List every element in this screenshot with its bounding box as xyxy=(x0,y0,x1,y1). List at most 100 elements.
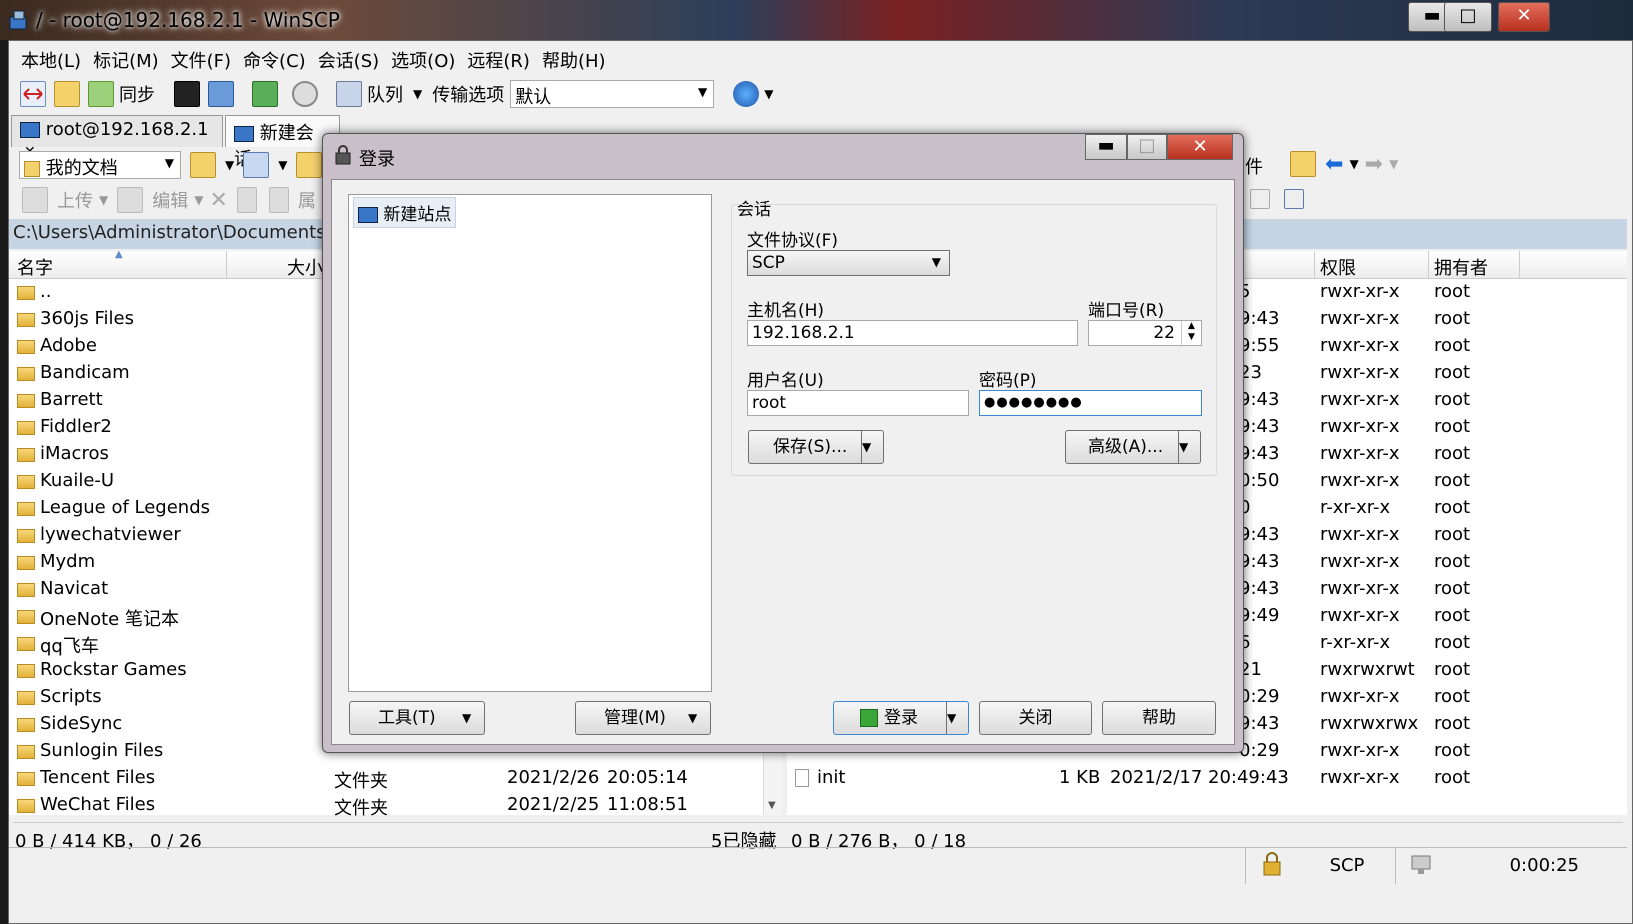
folder-icon xyxy=(17,637,35,651)
dialog-maximize-button[interactable]: □ xyxy=(1127,134,1167,160)
save-dropdown-icon[interactable]: ▼ xyxy=(861,431,883,463)
upload-button[interactable]: 上传 xyxy=(57,187,93,213)
file-name: qq飞车 xyxy=(40,636,99,657)
compare-dirs-icon[interactable] xyxy=(20,81,46,107)
file-rights: rwxr-xr-x xyxy=(1320,767,1400,788)
file-rights: rwxrwxrwt xyxy=(1320,659,1415,680)
col-name[interactable]: 名字 xyxy=(17,254,53,280)
tab-root-session[interactable]: root@192.168.2.1 ✕ xyxy=(11,115,223,160)
terminal-icon[interactable] xyxy=(174,81,200,107)
folder-icon xyxy=(17,799,35,813)
upload-icon[interactable] xyxy=(22,187,48,213)
col-rights[interactable]: 权限 xyxy=(1320,254,1356,280)
manage-button[interactable]: 管理(M) ▼ xyxy=(575,701,711,735)
protocol-select[interactable]: SCP ▼ xyxy=(747,250,950,276)
connection-icon xyxy=(1395,848,1449,884)
file-time: 11:08:51 xyxy=(607,794,688,815)
delete-icon[interactable]: ✕ xyxy=(209,188,227,213)
menu-remote[interactable]: 远程(R) xyxy=(461,43,536,73)
tools-dropdown-icon[interactable]: ▼ xyxy=(462,702,484,734)
modified-fragment: 9:55 xyxy=(1239,335,1280,356)
close-window-button[interactable]: ✕ xyxy=(1498,2,1550,32)
file-owner: root xyxy=(1434,713,1471,734)
local-file-row[interactable]: Tencent Files 文件夹 2021/2/26 20:05:14 xyxy=(9,765,763,792)
menu-session[interactable]: 会话(S) xyxy=(312,43,385,73)
menu-options[interactable]: 选项(O) xyxy=(385,43,461,73)
file-name: OneNote 笔记本 xyxy=(40,609,179,630)
synchronize-icon[interactable] xyxy=(88,81,114,107)
file-rights: rwxr-xr-x xyxy=(1320,551,1400,572)
save-button[interactable]: 保存(S)... ▼ xyxy=(748,430,884,464)
tree-icon[interactable] xyxy=(1290,151,1316,177)
filter-icon[interactable] xyxy=(243,152,270,178)
refresh-icon[interactable] xyxy=(252,81,278,107)
login-icon xyxy=(860,709,878,727)
forward-arrow-icon[interactable]: ➡ xyxy=(1365,152,1383,177)
login-dropdown-icon[interactable]: ▼ xyxy=(946,702,968,734)
site-new[interactable]: 新建站点 xyxy=(353,197,457,228)
menu-command[interactable]: 命令(C) xyxy=(237,43,312,73)
queue-button-label[interactable]: 队列 xyxy=(367,81,403,107)
port-stepper[interactable]: ▲ ▼ xyxy=(1181,321,1201,345)
queue-dropdown-icon[interactable]: ▼ xyxy=(413,87,422,101)
file-rights: r-xr-xr-x xyxy=(1320,497,1391,518)
username-input[interactable]: root xyxy=(747,390,969,416)
sort-asc-icon: ▲ xyxy=(115,249,123,260)
folder-icon xyxy=(17,502,35,516)
transfer-options-label: 传输选项 xyxy=(432,85,505,106)
advanced-button[interactable]: 高级(A)... ▼ xyxy=(1065,430,1201,464)
filter-icon[interactable] xyxy=(1284,189,1304,209)
file-rights: rwxr-xr-x xyxy=(1320,524,1400,545)
sync-button-label[interactable]: 同步 xyxy=(119,81,155,107)
close-button[interactable]: 关闭 xyxy=(979,701,1092,735)
file-rights: r-xr-xr-x xyxy=(1320,632,1391,653)
sync-browse-icon[interactable] xyxy=(54,81,80,107)
globe-dropdown-icon[interactable]: ▼ xyxy=(764,87,773,101)
tools-button[interactable]: 工具(T) ▼ xyxy=(349,701,485,735)
menu-local[interactable]: 本地(L) xyxy=(15,43,87,73)
session-time: 0:00:25 xyxy=(1509,855,1579,876)
file-rights: rwxrwxrwx xyxy=(1320,713,1419,734)
remote-file-row[interactable]: init 1 KB 2021/2/17 20:49:43 rwxr-xr-x root xyxy=(787,765,1627,792)
queue-icon[interactable] xyxy=(336,81,362,107)
local-file-row[interactable]: WeChat Files 文件夹 2021/2/25 11:08:51 xyxy=(9,792,763,819)
folder-icon xyxy=(17,745,35,759)
help-button[interactable]: 帮助 xyxy=(1102,701,1216,735)
col-size[interactable]: 大小 xyxy=(287,254,323,280)
col-owner[interactable]: 拥有者 xyxy=(1434,254,1488,280)
collapse-icon[interactable] xyxy=(1250,189,1270,209)
dialog-close-button[interactable]: ✕ xyxy=(1167,134,1233,160)
parent-folder-icon[interactable] xyxy=(296,152,323,178)
host-input[interactable]: 192.168.2.1 xyxy=(747,320,1078,346)
transfer-options-select[interactable]: 默认 ▼ xyxy=(510,80,715,108)
manage-dropdown-icon[interactable]: ▼ xyxy=(688,702,710,734)
file-name: iMacros xyxy=(40,443,109,464)
login-button[interactable]: 登录 ▼ xyxy=(833,701,969,735)
local-actions: 上传 ▼ 编辑 ▼ ✕ 属 xyxy=(19,187,316,213)
password-input[interactable]: ●●●●●●●● xyxy=(979,390,1202,416)
globe-sync-icon[interactable] xyxy=(733,81,760,107)
edit-icon[interactable] xyxy=(117,187,144,213)
modified-fragment: 9:43 xyxy=(1239,524,1280,545)
rename-icon[interactable] xyxy=(236,187,257,213)
properties-button[interactable]: 属 xyxy=(298,187,316,213)
putty-icon[interactable] xyxy=(208,81,234,107)
menu-file[interactable]: 文件(F) xyxy=(165,43,237,73)
file-rights: rwxr-xr-x xyxy=(1320,470,1400,491)
open-folder-icon[interactable] xyxy=(190,152,216,178)
properties-icon[interactable] xyxy=(268,187,289,213)
file-owner: root xyxy=(1434,767,1471,788)
dialog-minimize-button[interactable]: ▬ xyxy=(1085,134,1127,160)
back-arrow-icon[interactable]: ⬅ xyxy=(1325,152,1343,177)
modified-fragment: 9:43 xyxy=(1239,713,1280,734)
file-owner: root xyxy=(1434,389,1471,410)
gear-icon[interactable] xyxy=(292,81,318,107)
advanced-dropdown-icon[interactable]: ▼ xyxy=(1178,431,1200,463)
file-name: Scripts xyxy=(40,686,102,707)
menu-mark[interactable]: 标记(M) xyxy=(87,43,165,73)
site-tree: 新建站点 xyxy=(348,194,712,692)
menu-help[interactable]: 帮助(H) xyxy=(536,43,612,73)
edit-button[interactable]: 编辑 xyxy=(152,187,188,213)
maximize-button[interactable]: □ xyxy=(1444,2,1492,32)
local-location-select[interactable]: 我的文档 ▼ xyxy=(19,151,181,179)
